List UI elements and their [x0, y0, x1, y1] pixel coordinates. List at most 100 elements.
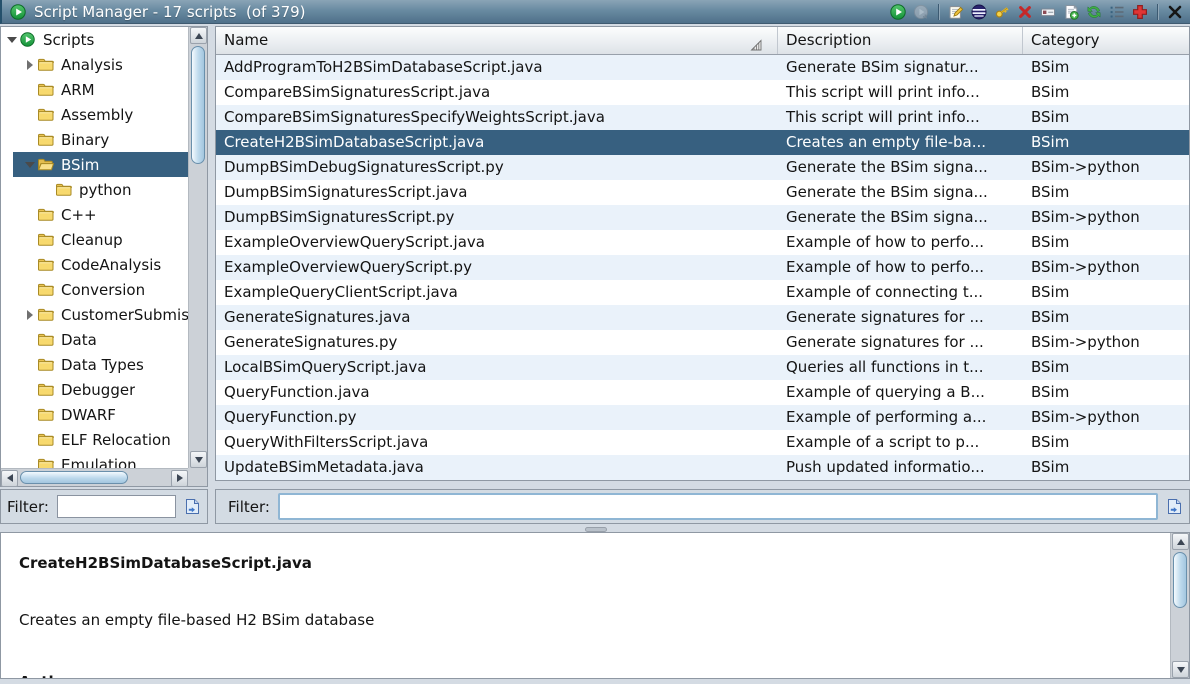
- tree-item-elf-relocation[interactable]: ELF Relocation: [1, 427, 188, 452]
- toolbar: [889, 3, 1184, 21]
- tree-item-python[interactable]: python: [1, 177, 188, 202]
- table-row[interactable]: AddProgramToH2BSimDatabaseScript.javaGen…: [216, 55, 1189, 80]
- rename-script-button[interactable]: [1039, 3, 1057, 21]
- tree-item-cleanup[interactable]: Cleanup: [1, 227, 188, 252]
- tree-filter-label: Filter:: [7, 498, 49, 516]
- tree-item-c-[interactable]: C++: [1, 202, 188, 227]
- scripts-root-icon: [19, 32, 37, 48]
- tree-vscroll-thumb[interactable]: [191, 46, 205, 164]
- table-row[interactable]: ExampleQueryClientScript.javaExample of …: [216, 280, 1189, 305]
- close-button[interactable]: [1166, 3, 1184, 21]
- cell-name: CompareBSimSignaturesScript.java: [216, 80, 778, 105]
- cell-name: DumpBSimSignaturesScript.py: [216, 205, 778, 230]
- tree-item-emulation[interactable]: Emulation: [1, 452, 188, 468]
- scroll-up-button[interactable]: [1172, 533, 1189, 550]
- filter-options-icon[interactable]: [1166, 498, 1183, 515]
- table-row[interactable]: DumpBSimDebugSignaturesScript.pyGenerate…: [216, 155, 1189, 180]
- cell-name: GenerateSignatures.py: [216, 330, 778, 355]
- folder-closed-icon: [37, 132, 55, 148]
- cell-description: Push updated informatio...: [778, 455, 1023, 480]
- scroll-down-button[interactable]: [1172, 661, 1189, 678]
- cell-description: Example of how to perfo...: [778, 255, 1023, 280]
- cell-name: UpdateBSimMetadata.java: [216, 455, 778, 480]
- delete-script-button[interactable]: [1016, 3, 1034, 21]
- tree-item-analysis[interactable]: Analysis: [1, 52, 188, 77]
- collapse-arrow-icon[interactable]: [7, 37, 17, 43]
- play-gray-icon: [913, 4, 929, 20]
- folder-closed-icon: [37, 282, 55, 298]
- table-filter-input[interactable]: [278, 493, 1158, 520]
- edit-in-eclipse-button[interactable]: [970, 3, 988, 21]
- table-row[interactable]: CompareBSimSignaturesSpecifyWeightsScrip…: [216, 105, 1189, 130]
- description-vscroll-thumb[interactable]: [1173, 552, 1187, 608]
- table-row[interactable]: DumpBSimSignaturesScript.pyGenerate the …: [216, 205, 1189, 230]
- script-directories-button[interactable]: [1108, 3, 1126, 21]
- tree-vertical-scrollbar[interactable]: [188, 27, 207, 468]
- filter-options-icon[interactable]: [184, 498, 201, 515]
- help-button[interactable]: [1131, 3, 1149, 21]
- expand-arrow-icon[interactable]: [27, 310, 33, 320]
- tree-item-debugger[interactable]: Debugger: [1, 377, 188, 402]
- tree-hscroll-thumb[interactable]: [20, 471, 128, 484]
- table-row[interactable]: UpdateBSimMetadata.javaPush updated info…: [216, 455, 1189, 480]
- script-manager-icon: [10, 4, 26, 20]
- column-header-category[interactable]: Category: [1023, 27, 1189, 54]
- folder-closed-icon: [37, 107, 55, 123]
- table-row[interactable]: QueryFunction.javaExample of querying a …: [216, 380, 1189, 405]
- edit-script-button[interactable]: [947, 3, 965, 21]
- tree-item-scripts[interactable]: Scripts: [1, 27, 188, 52]
- tree-item-conversion[interactable]: Conversion: [1, 277, 188, 302]
- new-script-button[interactable]: [1062, 3, 1080, 21]
- cell-description: Generate signatures for ...: [778, 330, 1023, 355]
- tree-item-label: C++: [61, 206, 97, 224]
- red-x-icon: [1017, 4, 1033, 20]
- script-category-tree: Scripts Analysis ARMAssemblyBinaryBSimpyth…: [1, 27, 188, 468]
- cell-name: CreateH2BSimDatabaseScript.java: [216, 130, 778, 155]
- column-header-label: Category: [1031, 31, 1100, 49]
- tree-filter-input[interactable]: [57, 495, 176, 518]
- expand-arrow-icon[interactable]: [27, 60, 33, 70]
- table-row[interactable]: CompareBSimSignaturesScript.javaThis scr…: [216, 80, 1189, 105]
- tree-item-bsim[interactable]: BSim: [1, 152, 188, 177]
- scroll-down-button[interactable]: [190, 451, 207, 468]
- run-script-button[interactable]: [889, 3, 907, 21]
- script-table-panel: NameDescription Category AddProgramToH2BS…: [215, 26, 1190, 481]
- table-row[interactable]: ExampleOverviewQueryScript.pyExample of …: [216, 255, 1189, 280]
- run-last-script-button[interactable]: [912, 3, 930, 21]
- table-row[interactable]: GenerateSignatures.javaGenerate signatur…: [216, 305, 1189, 330]
- tree-item-data-types[interactable]: Data Types: [1, 352, 188, 377]
- column-header-description[interactable]: Description: [778, 27, 1023, 54]
- tree-item-codeanalysis[interactable]: CodeAnalysis: [1, 252, 188, 277]
- description-vertical-scrollbar[interactable]: [1170, 533, 1189, 678]
- tree-item-data[interactable]: Data: [1, 327, 188, 352]
- table-filter-bar: Filter:: [215, 489, 1190, 524]
- table-row[interactable]: CreateH2BSimDatabaseScript.javaCreates a…: [216, 130, 1189, 155]
- folder-closed-icon: [37, 357, 55, 373]
- table-row[interactable]: DumpBSimSignaturesScript.javaGenerate th…: [216, 180, 1189, 205]
- refresh-scripts-button[interactable]: [1085, 3, 1103, 21]
- scroll-left-button[interactable]: [1, 470, 18, 487]
- scroll-up-button[interactable]: [190, 27, 207, 44]
- column-header-name[interactable]: Name: [216, 27, 778, 54]
- cell-category: BSim: [1023, 305, 1189, 330]
- up-arrow-icon: [195, 33, 203, 39]
- table-row[interactable]: QueryWithFiltersScript.javaExample of a …: [216, 430, 1189, 455]
- folder-closed-icon: [37, 232, 55, 248]
- table-row[interactable]: ExampleOverviewQueryScript.javaExample o…: [216, 230, 1189, 255]
- tree-item-arm[interactable]: ARM: [1, 77, 188, 102]
- tree-item-assembly[interactable]: Assembly: [1, 102, 188, 127]
- tree-item-customersubmission[interactable]: CustomerSubmission: [1, 302, 188, 327]
- tree-item-dwarf[interactable]: DWARF: [1, 402, 188, 427]
- table-row[interactable]: LocalBSimQueryScript.javaQueries all fun…: [216, 355, 1189, 380]
- tree-item-binary[interactable]: Binary: [1, 127, 188, 152]
- scroll-right-button[interactable]: [171, 470, 188, 487]
- assign-keybinding-button[interactable]: [993, 3, 1011, 21]
- cell-name: QueryWithFiltersScript.java: [216, 430, 778, 455]
- table-row[interactable]: GenerateSignatures.pyGenerate signatures…: [216, 330, 1189, 355]
- tree-item-label: Analysis: [61, 56, 123, 74]
- red-plus-icon: [1132, 4, 1148, 20]
- tree-horizontal-scrollbar[interactable]: [1, 468, 188, 486]
- collapse-arrow-icon[interactable]: [25, 162, 35, 168]
- left-arrow-icon: [7, 474, 13, 482]
- table-row[interactable]: QueryFunction.pyExample of performing a.…: [216, 405, 1189, 430]
